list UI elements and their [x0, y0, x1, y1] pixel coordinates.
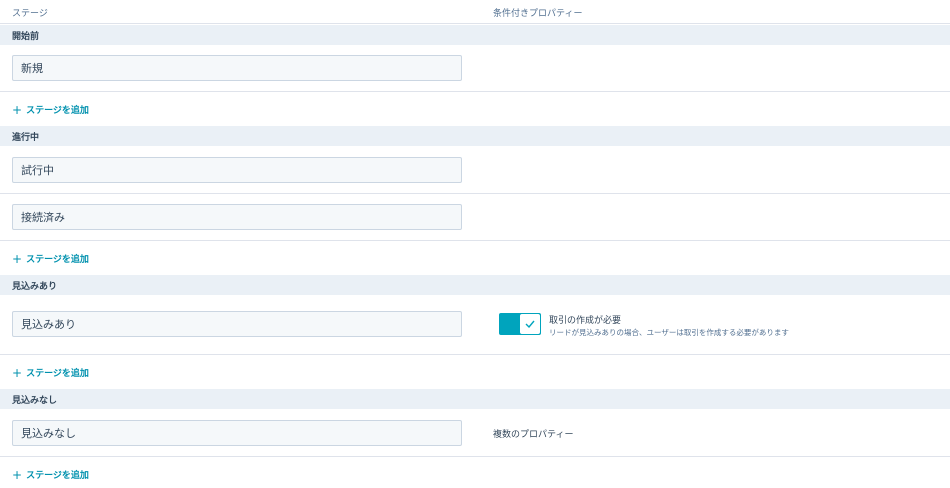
section-header-before-start: 開始前 — [0, 25, 950, 45]
column-header-conditional-property: 条件付きプロパティー — [493, 9, 583, 19]
section-label: 見込みあり — [12, 282, 58, 292]
plus-icon: + — [12, 467, 23, 482]
stage-name-input[interactable]: 試行中 — [12, 157, 462, 183]
multiple-properties-link[interactable]: 複数のプロパティー — [493, 427, 573, 440]
toggle-knob — [519, 313, 541, 335]
check-icon — [525, 320, 535, 328]
section-label: 見込みなし — [12, 396, 58, 406]
stage-name-input[interactable]: 見込みあり — [12, 311, 462, 337]
stage-row: 見込みなし 複数のプロパティー — [0, 409, 950, 457]
stage-name-input[interactable]: 接続済み — [12, 204, 462, 230]
toggle-description: リードが見込みありの場合、ユーザーは取引を作成する必要があります — [549, 328, 789, 337]
add-stage-label: ステージを追加 — [26, 369, 89, 379]
column-header-stage: ステージ — [12, 9, 48, 19]
add-stage-button[interactable]: + ステージを追加 — [12, 102, 89, 117]
add-stage-button[interactable]: + ステージを追加 — [12, 251, 89, 266]
add-stage-row: + ステージを追加 — [0, 99, 950, 119]
section-header-qualified: 見込みあり — [0, 275, 950, 295]
section-header-unqualified: 見込みなし — [0, 389, 950, 409]
add-stage-label: ステージを追加 — [26, 106, 89, 116]
stage-row: 試行中 — [0, 146, 950, 194]
stage-row: 新規 — [0, 45, 950, 92]
add-stage-row: + ステージを追加 — [0, 464, 950, 484]
plus-icon: + — [12, 102, 23, 117]
stage-name-input[interactable]: 見込みなし — [12, 420, 462, 446]
table-header: ステージ 条件付きプロパティー — [0, 0, 950, 24]
toggle-title: 取引の作成が必要 — [549, 316, 622, 326]
section-header-in-progress: 進行中 — [0, 126, 950, 146]
stage-row: 見込みあり 取引の作成が必要 リードが見込みありの場合、ユーザーは取引を作成する… — [0, 295, 950, 355]
plus-icon: + — [12, 365, 23, 380]
stage-name-input[interactable]: 新規 — [12, 55, 462, 81]
deal-required-toggle[interactable] — [499, 313, 541, 335]
add-stage-row: + ステージを追加 — [0, 362, 950, 382]
add-stage-label: ステージを追加 — [26, 471, 89, 481]
add-stage-button[interactable]: + ステージを追加 — [12, 365, 89, 380]
section-label: 進行中 — [12, 133, 40, 143]
section-label: 開始前 — [12, 32, 40, 42]
add-stage-row: + ステージを追加 — [0, 248, 950, 268]
add-stage-button[interactable]: + ステージを追加 — [12, 467, 89, 482]
plus-icon: + — [12, 251, 23, 266]
stage-row: 接続済み — [0, 194, 950, 241]
add-stage-label: ステージを追加 — [26, 255, 89, 265]
